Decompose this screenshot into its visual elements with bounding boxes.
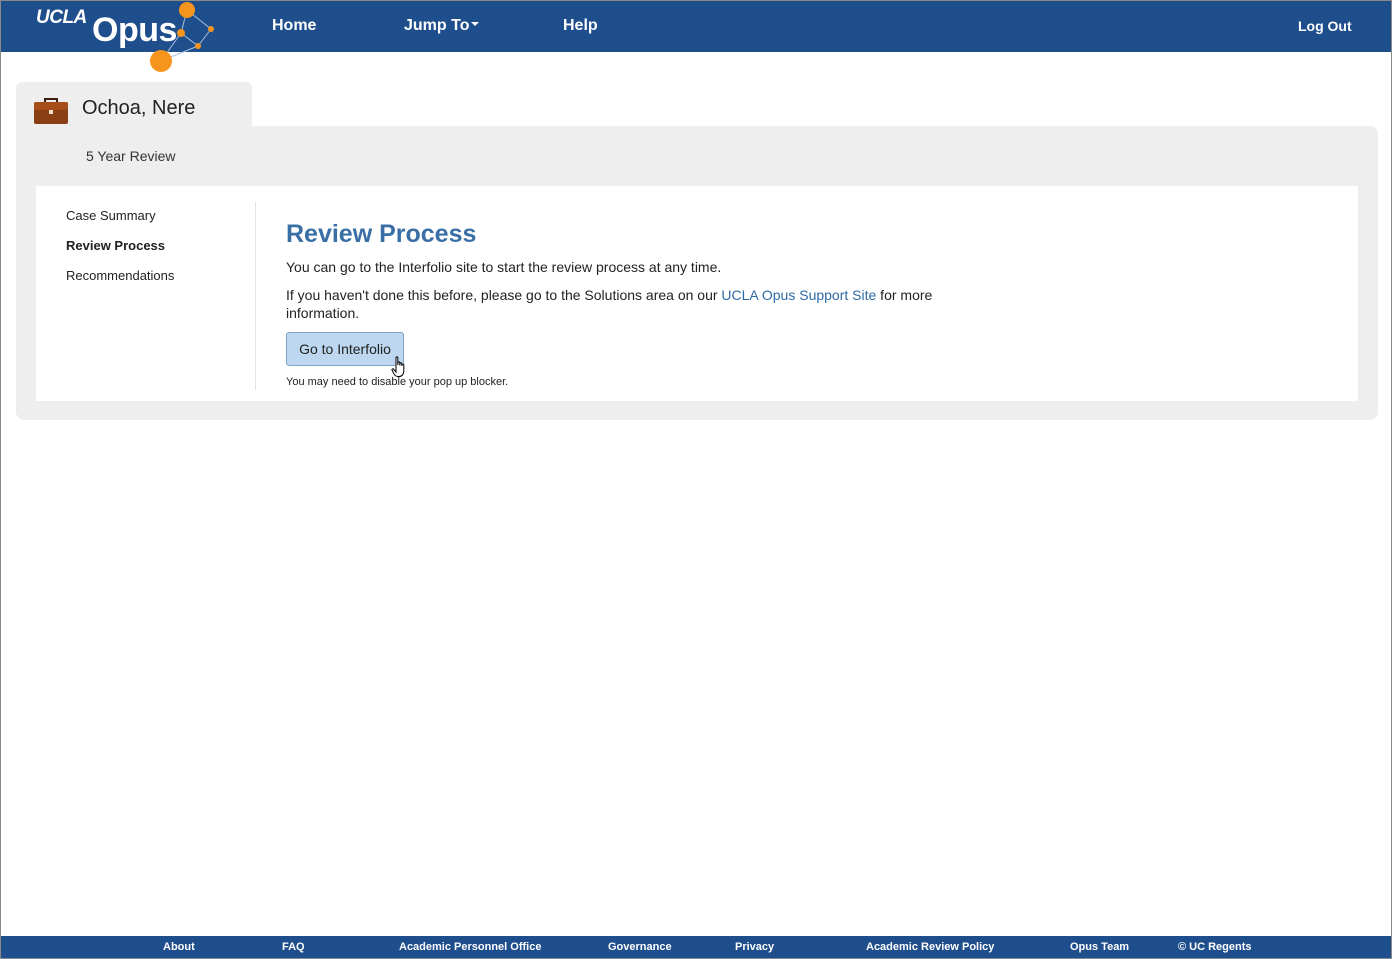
nav-jump-to-dropdown[interactable]: Jump To	[404, 17, 480, 35]
sidebar-item-review-process[interactable]: Review Process	[66, 238, 165, 253]
nav-home-link[interactable]: Home	[272, 17, 316, 35]
ucla-opus-logo[interactable]: UCLA Opus	[1, 1, 241, 76]
footer-link-opus-team[interactable]: Opus Team	[1070, 941, 1129, 953]
logo-opus-text: Opus	[92, 11, 177, 49]
case-person-name: Ochoa, Nere	[82, 97, 196, 119]
briefcase-icon	[34, 98, 68, 124]
case-sidebar-nav: Case Summary Review Process Recommendati…	[36, 202, 256, 390]
review-process-section: Review Process You can go to the Interfo…	[286, 186, 1346, 401]
footer-link-privacy[interactable]: Privacy	[735, 941, 774, 953]
sidebar-item-case-summary[interactable]: Case Summary	[66, 208, 156, 223]
nav-help-link[interactable]: Help	[563, 17, 598, 35]
case-content-box: Case Summary Review Process Recommendati…	[36, 186, 1358, 401]
footer-link-faq[interactable]: FAQ	[282, 941, 305, 953]
footer-copyright[interactable]: © UC Regents	[1178, 941, 1252, 953]
page-title: Review Process	[286, 220, 477, 248]
nav-jump-to-label: Jump To	[404, 17, 470, 34]
sidebar-item-recommendations[interactable]: Recommendations	[66, 268, 174, 283]
footer-link-academic-personnel-office[interactable]: Academic Personnel Office	[399, 941, 541, 953]
instructions-text: If you haven't done this before, please …	[286, 286, 946, 322]
instructions-text-before: If you haven't done this before, please …	[286, 287, 722, 303]
logout-link[interactable]: Log Out	[1298, 18, 1352, 34]
footer-link-academic-review-policy[interactable]: Academic Review Policy	[866, 941, 994, 953]
footer-link-about[interactable]: About	[163, 941, 195, 953]
intro-text: You can go to the Interfolio site to sta…	[286, 259, 722, 275]
logo-ucla-text: UCLA	[36, 7, 87, 28]
caret-down-icon	[471, 22, 480, 27]
go-to-interfolio-button[interactable]: Go to Interfolio	[286, 332, 404, 366]
footer-link-governance[interactable]: Governance	[608, 941, 672, 953]
opus-support-site-link[interactable]: UCLA Opus Support Site	[721, 287, 876, 303]
hand-pointer-icon	[391, 356, 405, 377]
case-panel: 5 Year Review Case Summary Review Proces…	[16, 126, 1378, 420]
case-type-label: 5 Year Review	[86, 148, 176, 164]
footer-bar: About FAQ Academic Personnel Office Gove…	[1, 936, 1391, 958]
